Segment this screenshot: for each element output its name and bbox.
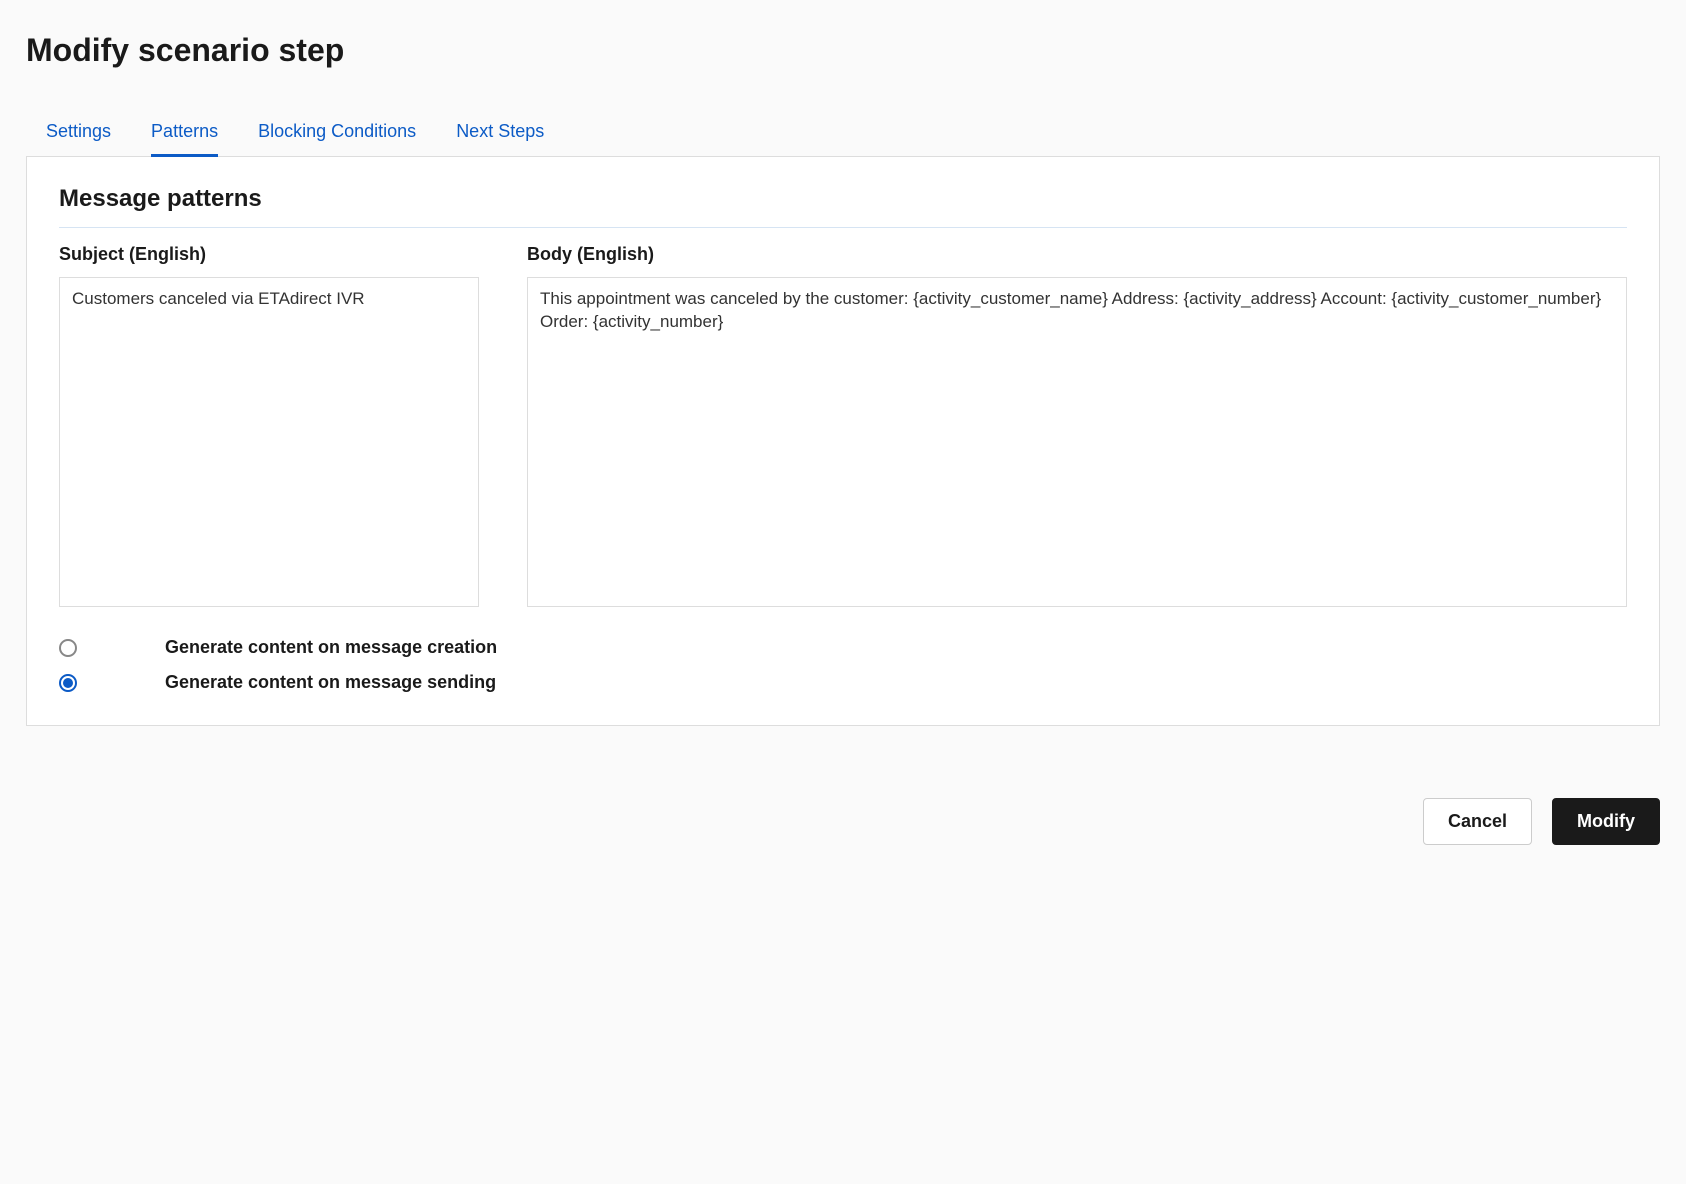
tab-blocking-conditions[interactable]: Blocking Conditions — [258, 109, 416, 157]
page-title: Modify scenario step — [26, 32, 1660, 69]
tab-settings[interactable]: Settings — [46, 109, 111, 157]
body-textarea[interactable] — [527, 277, 1627, 607]
section-title: Message patterns — [59, 185, 1627, 213]
cancel-button[interactable]: Cancel — [1423, 798, 1532, 845]
body-label: Body (English) — [527, 244, 1627, 265]
subject-textarea[interactable] — [59, 277, 479, 607]
section-divider — [59, 227, 1627, 228]
modify-button[interactable]: Modify — [1552, 798, 1660, 845]
radio-generate-on-sending-label: Generate content on message sending — [165, 672, 496, 693]
radio-generate-on-creation-label: Generate content on message creation — [165, 637, 497, 658]
tab-next-steps[interactable]: Next Steps — [456, 109, 544, 157]
subject-label: Subject (English) — [59, 244, 479, 265]
patterns-panel: Message patterns Subject (English) Body … — [26, 156, 1660, 726]
button-bar: Cancel Modify — [26, 798, 1660, 845]
generate-content-radio-group: Generate content on message creation Gen… — [59, 637, 1627, 693]
radio-generate-on-creation[interactable] — [59, 639, 77, 657]
tab-patterns[interactable]: Patterns — [151, 109, 218, 157]
tab-bar: Settings Patterns Blocking Conditions Ne… — [46, 109, 1660, 157]
radio-generate-on-sending[interactable] — [59, 674, 77, 692]
